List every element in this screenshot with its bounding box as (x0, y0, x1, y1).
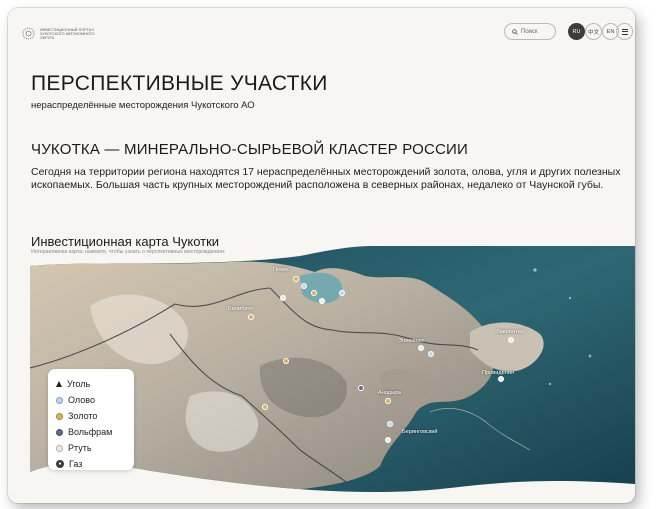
legend-item-gold[interactable]: Золото (56, 408, 134, 424)
deposit-marker[interactable] (428, 351, 434, 357)
search-input[interactable]: Поиск (504, 23, 556, 40)
deposit-marker[interactable] (508, 337, 514, 343)
coal-icon (56, 381, 62, 387)
section-title: ЧУКОТКА — МИНЕРАЛЬНО-СЫРЬЕВОЙ КЛАСТЕР РО… (31, 141, 469, 158)
deposit-marker[interactable] (283, 358, 289, 364)
search-label: Поиск (521, 28, 538, 35)
deposit-marker[interactable] (319, 298, 325, 304)
lang-zh-button[interactable]: 中文 (585, 23, 602, 40)
menu-button[interactable] (616, 23, 633, 40)
mercury-icon (56, 444, 63, 452)
deposit-marker[interactable] (293, 276, 299, 282)
map-town[interactable]: Беринговский (402, 429, 438, 435)
site-logo[interactable]: ИНВЕСТИЦИОННЫЙ ПОРТАЛ ЧУКОТСКОГО АВТОНОМ… (22, 27, 100, 40)
deposit-marker[interactable] (262, 404, 268, 410)
legend-item-tungsten[interactable]: Вольфрам (56, 424, 134, 440)
deposit-marker[interactable] (385, 437, 391, 443)
gold-icon (56, 412, 63, 420)
deposit-marker[interactable] (280, 295, 286, 301)
legend-item-tin[interactable]: Олово (56, 392, 134, 408)
deposit-marker[interactable] (248, 314, 254, 320)
deposit-marker[interactable] (358, 385, 364, 391)
map-legend: Уголь Олово Золото Вольфрам Ртуть ● Газ (48, 369, 134, 470)
deposit-marker[interactable] (498, 376, 504, 382)
map-town[interactable]: Билибино (228, 306, 254, 312)
legend-item-gas[interactable]: ● Газ (56, 456, 134, 472)
deposit-marker[interactable] (387, 421, 393, 427)
map-town[interactable]: Певек (273, 267, 289, 273)
search-icon (512, 28, 518, 35)
lang-ru-button[interactable]: RU (568, 23, 585, 40)
tungsten-icon (56, 428, 63, 436)
legend-item-mercury[interactable]: Ртуть (56, 440, 134, 456)
map-town[interactable]: Анадырь (378, 390, 401, 396)
map-town[interactable]: Лаврентия (496, 329, 524, 335)
logo-text: ИНВЕСТИЦИОННЫЙ ПОРТАЛ ЧУКОТСКОГО АВТОНОМ… (40, 27, 95, 40)
deposit-marker[interactable] (311, 290, 317, 296)
map-town[interactable]: Провидения (482, 370, 514, 376)
page-title: ПЕРСПЕКТИВНЫЕ УЧАСТКИ (31, 72, 328, 95)
gas-icon: ● (56, 460, 64, 468)
map-town[interactable]: Эгвекинот (398, 338, 424, 344)
logo-emblem-icon (22, 27, 35, 40)
deposit-marker[interactable] (301, 283, 307, 289)
menu-icon (621, 28, 628, 30)
deposit-marker[interactable] (385, 398, 391, 404)
deposit-marker[interactable] (339, 290, 345, 296)
legend-item-coal[interactable]: Уголь (56, 376, 134, 392)
tin-icon (56, 396, 63, 404)
section-text: Сегодня на территории региона находятся … (31, 166, 621, 191)
page: ИНВЕСТИЦИОННЫЙ ПОРТАЛ ЧУКОТСКОГО АВТОНОМ… (8, 8, 635, 503)
deposit-marker[interactable] (418, 345, 424, 351)
page-subtitle: нераспределённые месторождения Чукотског… (31, 100, 255, 111)
